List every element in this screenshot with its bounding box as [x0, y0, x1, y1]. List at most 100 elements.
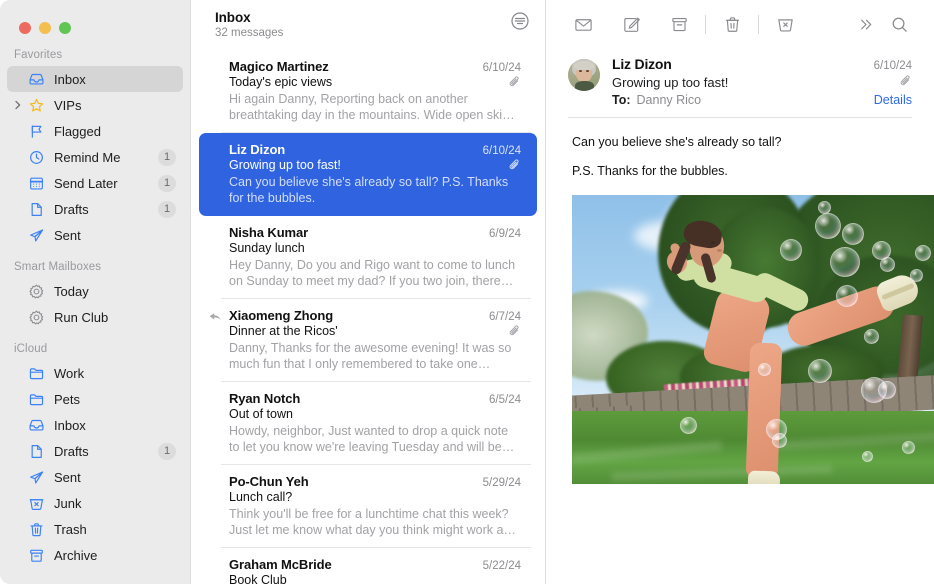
sidebar-item-pets[interactable]: Pets — [7, 386, 183, 412]
sidebar-item-drafts[interactable]: Drafts1 — [7, 196, 183, 222]
message-item-subject-row: Today's epic views — [229, 75, 521, 89]
message-list-item[interactable]: Xiaomeng Zhong 6/7/24 Dinner at the Ricos'… — [199, 299, 537, 382]
sidebar-item-junk[interactable]: Junk — [7, 490, 183, 516]
message-subject: Book Club — [229, 573, 287, 584]
message-list-item[interactable]: Nisha Kumar6/9/24Sunday lunchHey Danny, … — [199, 216, 537, 299]
sidebar-item-label: Trash — [54, 522, 183, 537]
sidebar-item-label: VIPs — [54, 98, 183, 113]
sidebar-item-label: Drafts — [54, 202, 149, 217]
sidebar-item-label: Remind Me — [54, 150, 149, 165]
sidebar-item-today[interactable]: Today — [7, 278, 183, 304]
gear-icon — [28, 283, 45, 300]
sidebar-item-archive[interactable]: Archive — [7, 542, 183, 568]
mark-unread-button[interactable] — [566, 9, 600, 39]
sidebar-item-trash[interactable]: Trash — [7, 516, 183, 542]
sidebar-item-inbox[interactable]: Inbox — [7, 412, 183, 438]
message-item-subject-row: Growing up too fast! — [229, 158, 521, 172]
message-item-top: Xiaomeng Zhong 6/7/24 — [229, 308, 521, 323]
message-list-item[interactable]: Graham McBride5/22/24Book ClubAre you fr… — [199, 548, 537, 584]
recipient-name: Danny Rico — [637, 93, 702, 107]
document-icon — [28, 201, 45, 218]
chevron-double-right-icon[interactable] — [848, 9, 882, 39]
message-item-subject-row: Out of town — [229, 407, 521, 421]
message-sender: Xiaomeng Zhong — [229, 308, 333, 323]
message-list-title-block: Inbox 32 messages — [215, 8, 283, 39]
message-sender: Graham McBride — [229, 557, 332, 572]
filter-sort-icon[interactable] — [509, 10, 531, 32]
chevron-right-icon[interactable] — [13, 100, 23, 110]
gear-icon — [28, 309, 45, 326]
message-item-top: Nisha Kumar6/9/24 — [229, 225, 521, 240]
message-header-fields: Liz Dizon 6/10/24 Growing up too fast! T… — [612, 56, 912, 107]
message-list-item[interactable]: Liz Dizon6/10/24Growing up too fast!Can … — [199, 133, 537, 216]
recipient-line: To: Danny Rico Details — [612, 93, 912, 107]
document-icon — [28, 443, 45, 460]
message-list-header: Inbox 32 messages — [191, 0, 545, 45]
window-controls — [0, 0, 190, 40]
junk-bin-icon — [28, 495, 45, 512]
message-subject: Growing up too fast! — [229, 158, 341, 172]
message-preview: Think you'll be free for a lunchtime cha… — [229, 506, 521, 538]
message-sender: Liz Dizon — [612, 56, 672, 72]
message-sender: Ryan Notch — [229, 391, 300, 406]
inbox-icon — [28, 71, 45, 88]
paperclip-icon — [508, 75, 521, 88]
message-sender: Liz Dizon — [229, 142, 285, 157]
sidebar-item-label: Drafts — [54, 444, 149, 459]
sidebar-item-label: Pets — [54, 392, 183, 407]
sidebar-item-label: Sent — [54, 470, 183, 485]
message-list-pane: Inbox 32 messages Magico Martinez 6/10/24… — [190, 0, 545, 584]
sidebar-item-label: Send Later — [54, 176, 149, 191]
message-date: 6/7/24 — [489, 311, 521, 323]
message-date: 5/22/24 — [483, 560, 521, 572]
message-item-top: Graham McBride 5/22/24 — [229, 557, 521, 572]
message-subject: Today's epic views — [229, 75, 332, 89]
message-subject: Sunday lunch — [229, 241, 305, 255]
sidebar-item-label: Inbox — [54, 72, 183, 87]
details-link[interactable]: Details — [874, 93, 912, 107]
sidebar-item-work[interactable]: Work — [7, 360, 183, 386]
search-icon[interactable] — [882, 9, 916, 39]
sidebar-item-label: Junk — [54, 496, 183, 511]
message-date: 6/10/24 — [483, 145, 521, 157]
close-button[interactable] — [19, 22, 31, 34]
sidebar-item-label: Archive — [54, 548, 183, 563]
unread-badge: 1 — [158, 443, 176, 460]
message-preview: Howdy, neighbor, Just wanted to drop a q… — [229, 423, 521, 455]
minimize-button[interactable] — [39, 22, 51, 34]
message-subject: Dinner at the Ricos' — [229, 324, 338, 338]
message-item-top: Ryan Notch6/5/24 — [229, 391, 521, 406]
message-list-item[interactable]: Po-Chun Yeh5/29/24Lunch call?Think you'l… — [199, 465, 537, 548]
sidebar-item-label: Run Club — [54, 310, 183, 325]
paperclip-icon — [508, 324, 521, 337]
calendar-icon — [28, 175, 45, 192]
sidebar-item-drafts[interactable]: Drafts 1 — [7, 438, 183, 464]
sidebar-item-remind-me[interactable]: Remind Me 1 — [7, 144, 183, 170]
archive-button[interactable] — [662, 9, 696, 39]
attachment-photo[interactable] — [572, 195, 934, 484]
unread-badge: 1 — [158, 149, 176, 166]
sidebar-item-label: Work — [54, 366, 183, 381]
sidebar-item-sent[interactable]: Sent — [7, 464, 183, 490]
sidebar-item-run-club[interactable]: Run Club — [7, 304, 183, 330]
delete-button[interactable] — [715, 9, 749, 39]
sidebar-item-flagged[interactable]: Flagged — [7, 118, 183, 144]
message-date: 5/29/24 — [483, 477, 521, 489]
message-list-item[interactable]: Magico Martinez6/10/24Today's epic views… — [199, 50, 537, 133]
sidebar-item-sent[interactable]: Sent — [7, 222, 183, 248]
junk-button[interactable] — [768, 9, 802, 39]
zoom-button[interactable] — [59, 22, 71, 34]
message-list[interactable]: Magico Martinez 6/10/24 Today's epic views… — [191, 45, 545, 584]
compose-button[interactable] — [614, 9, 648, 39]
message-list-item[interactable]: Ryan Notch6/5/24Out of town Howdy, neighb… — [199, 382, 537, 465]
toolbar-divider — [758, 15, 759, 34]
message-recipients: To: Danny Rico — [612, 93, 701, 107]
trash-icon — [28, 521, 45, 538]
reading-pane: Liz Dizon 6/10/24 Growing up too fast! T… — [545, 0, 934, 584]
sidebar-item-label: Sent — [54, 228, 183, 243]
message-sender: Magico Martinez — [229, 59, 329, 74]
sidebar-item-send-later[interactable]: Send Later1 — [7, 170, 183, 196]
sidebar-item-vips[interactable]: VIPs — [7, 92, 183, 118]
message-item-subject-row: Lunch call? — [229, 490, 521, 504]
sidebar-item-inbox[interactable]: Inbox — [7, 66, 183, 92]
